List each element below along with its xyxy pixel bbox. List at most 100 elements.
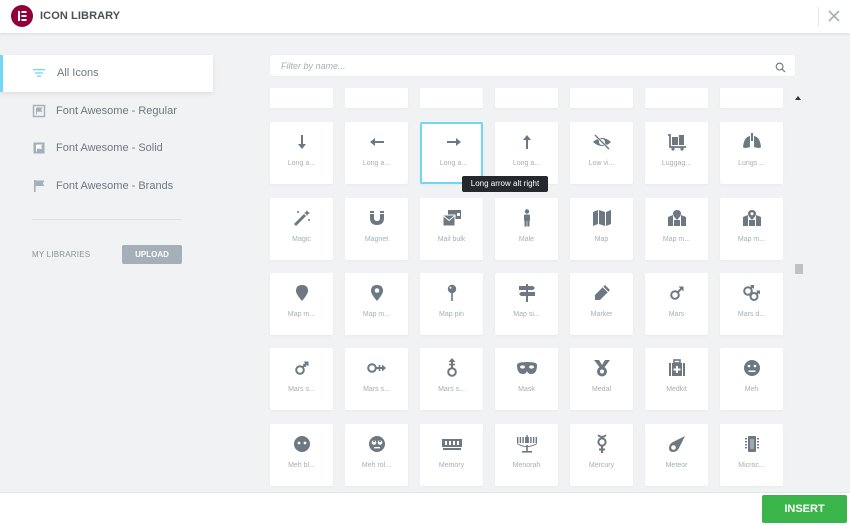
icon-tile-medkit[interactable]: Medkit bbox=[645, 348, 708, 410]
meh-rolling-eyes-icon bbox=[345, 434, 408, 454]
icon-tile[interactable] bbox=[720, 88, 783, 108]
icon-tile-magnet[interactable]: Magnet bbox=[345, 198, 408, 260]
close-icon[interactable] bbox=[826, 8, 842, 24]
search-input[interactable] bbox=[270, 55, 770, 76]
icon-label: Mask bbox=[518, 386, 535, 393]
icon-tile-mars[interactable]: Mars bbox=[645, 273, 708, 335]
meh-icon bbox=[720, 358, 783, 378]
icon-tile[interactable] bbox=[345, 88, 408, 108]
flag-solid-icon bbox=[32, 141, 46, 155]
icon-label: Long a... bbox=[512, 160, 541, 167]
icon-tile-memory[interactable]: Memory bbox=[420, 424, 483, 486]
icon-tile-meh-rolling-eyes[interactable]: Meh rol... bbox=[345, 424, 408, 486]
icon-tile[interactable] bbox=[495, 88, 558, 108]
menorah-icon bbox=[495, 434, 558, 454]
icon-grid: Long a... Long a... Long a... Long a... … bbox=[214, 88, 790, 490]
icon-tile-mars-double[interactable]: Mars d... bbox=[720, 273, 783, 335]
long-arrow-down-icon bbox=[270, 132, 333, 152]
icon-tile-mercury[interactable]: Mercury bbox=[570, 424, 633, 486]
mars-double-icon bbox=[720, 283, 783, 303]
sidebar-item-fa-regular[interactable]: Font Awesome - Regular bbox=[0, 93, 213, 130]
icon-tile-map-marked-alt[interactable]: Map m... bbox=[720, 198, 783, 260]
icon-tile-mars-stroke-h[interactable]: Mars s... bbox=[345, 348, 408, 410]
meteor-icon bbox=[645, 434, 708, 454]
icon-label: Mars s... bbox=[438, 386, 465, 393]
sidebar-item-fa-solid[interactable]: Font Awesome - Solid bbox=[0, 130, 213, 167]
icon-label: Mars d... bbox=[737, 311, 766, 318]
luggage-cart-icon bbox=[645, 132, 708, 152]
icon-tile-microchip[interactable]: Microc... bbox=[720, 424, 783, 486]
sidebar-item-fa-brands[interactable]: Font Awesome - Brands bbox=[0, 168, 213, 205]
my-libraries-label: MY LIBRARIES bbox=[32, 250, 91, 259]
icon-tile-low-vision[interactable]: Low vi... bbox=[570, 122, 633, 184]
icon-label: Map si... bbox=[513, 311, 540, 318]
scroll-up-arrow-icon[interactable] bbox=[795, 96, 801, 100]
icon-tile-map[interactable]: Map bbox=[570, 198, 633, 260]
icon-tile-mail-bulk[interactable]: Mail bulk bbox=[420, 198, 483, 260]
sidebar-item-all-icons[interactable]: All Icons bbox=[0, 55, 213, 92]
icon-tile-long-arrow-up[interactable]: Long a... bbox=[495, 122, 558, 184]
icon-label: Map bbox=[594, 236, 609, 243]
icon-label: Meteor bbox=[665, 462, 688, 469]
icon-tile-map-marker-alt[interactable]: Map m... bbox=[345, 273, 408, 335]
map-marked-alt-icon bbox=[720, 208, 783, 228]
icon-label: Menorah bbox=[512, 462, 541, 469]
mars-stroke-h-icon bbox=[345, 358, 408, 378]
icon-tile-map-signs[interactable]: Map si... bbox=[495, 273, 558, 335]
icon-tile-long-arrow-right[interactable]: Long a... bbox=[420, 122, 483, 184]
icon-tile-long-arrow-left[interactable]: Long a... bbox=[345, 122, 408, 184]
long-arrow-up-icon bbox=[495, 132, 558, 152]
scrollbar-thumb[interactable] bbox=[795, 264, 803, 274]
icon-tile-mask[interactable]: Mask bbox=[495, 348, 558, 410]
icon-tile-mars-stroke-v[interactable]: Mars s... bbox=[420, 348, 483, 410]
icon-label: Map m... bbox=[287, 311, 316, 318]
upload-button[interactable]: UPLOAD bbox=[122, 245, 182, 264]
sidebar-item-label: Font Awesome - Brands bbox=[56, 180, 174, 192]
icon-label: Map m... bbox=[662, 236, 691, 243]
icon-tile-magic[interactable]: Magic bbox=[270, 198, 333, 260]
icon-label: Long a... bbox=[287, 160, 316, 167]
icon-tile-luggage-cart[interactable]: Luggag... bbox=[645, 122, 708, 184]
icon-tile-long-arrow-down[interactable]: Long a... bbox=[270, 122, 333, 184]
icon-label: Male bbox=[518, 236, 535, 243]
icon-tile-meteor[interactable]: Meteor bbox=[645, 424, 708, 486]
icon-label: Mail bulk bbox=[437, 236, 466, 243]
icon-tile[interactable] bbox=[420, 88, 483, 108]
icon-tile-male[interactable]: Male bbox=[495, 198, 558, 260]
long-arrow-left-icon bbox=[345, 132, 408, 152]
icon-tile-map-marker[interactable]: Map m... bbox=[270, 273, 333, 335]
map-icon bbox=[570, 208, 633, 228]
icon-label: Map m... bbox=[362, 311, 391, 318]
icon-tile-menorah[interactable]: Menorah bbox=[495, 424, 558, 486]
icon-library-modal: ICON LIBRARY All Icons Font Awesome - Re… bbox=[0, 0, 850, 525]
icon-tile[interactable] bbox=[645, 88, 708, 108]
icon-tile-medal[interactable]: Medal bbox=[570, 348, 633, 410]
mercury-icon bbox=[570, 434, 633, 454]
mars-icon bbox=[645, 283, 708, 303]
search-icon[interactable] bbox=[775, 60, 786, 73]
sidebar-item-label: All Icons bbox=[57, 67, 99, 79]
male-icon bbox=[495, 208, 558, 228]
icon-tile-meh-blank[interactable]: Meh bl... bbox=[270, 424, 333, 486]
icon-tile-mars-stroke[interactable]: Mars s... bbox=[270, 348, 333, 410]
icon-label: Map pin bbox=[439, 311, 464, 318]
icon-tile-lungs-virus[interactable]: Lungs ... bbox=[720, 122, 783, 184]
grid-scrollbar[interactable] bbox=[793, 94, 805, 486]
icon-label: Long a... bbox=[362, 160, 391, 167]
icon-label: Meh bl... bbox=[288, 462, 315, 469]
map-pin-icon bbox=[420, 283, 483, 303]
icon-label: Medkit bbox=[666, 386, 687, 393]
long-arrow-right-icon bbox=[422, 132, 485, 152]
icon-tile[interactable] bbox=[570, 88, 633, 108]
memory-icon bbox=[420, 434, 483, 454]
icon-tile-marker[interactable]: Marker bbox=[570, 273, 633, 335]
magic-wand-icon bbox=[270, 208, 333, 228]
icon-tile-meh[interactable]: Meh bbox=[720, 348, 783, 410]
icon-tile[interactable] bbox=[270, 88, 333, 108]
elementor-logo-icon bbox=[11, 5, 33, 27]
insert-button[interactable]: INSERT bbox=[762, 495, 847, 523]
icon-label: Map m... bbox=[737, 236, 766, 243]
icon-tile-map-marked[interactable]: Map m... bbox=[645, 198, 708, 260]
icon-tile-map-pin[interactable]: Map pin bbox=[420, 273, 483, 335]
icon-label: Low vi... bbox=[588, 160, 615, 167]
